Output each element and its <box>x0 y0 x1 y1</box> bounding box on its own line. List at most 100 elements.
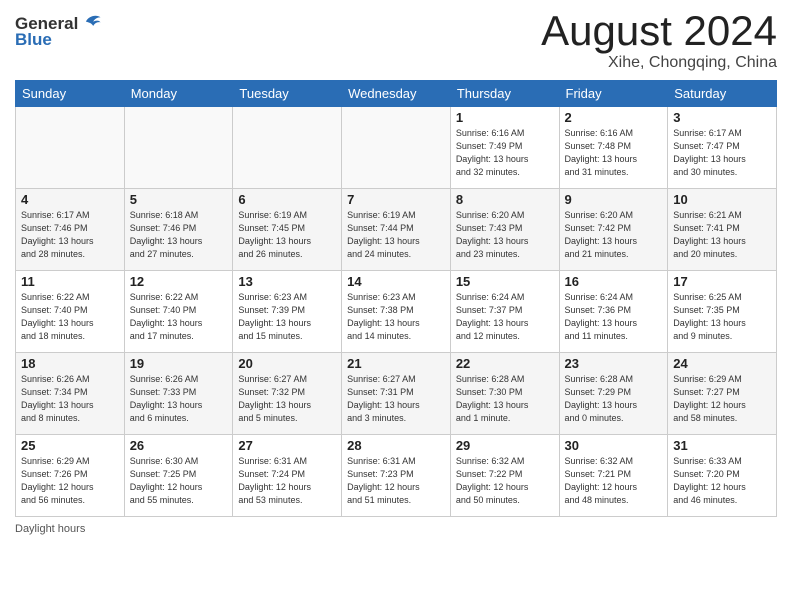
logo-bird-icon <box>80 11 102 33</box>
day-number: 29 <box>456 438 554 453</box>
calendar-cell: 14Sunrise: 6:23 AM Sunset: 7:38 PM Dayli… <box>342 271 451 353</box>
calendar-cell: 27 Sunrise: 6:31 AM Sunset: 7:24 PM Dayli… <box>233 435 342 517</box>
calendar-cell: 18 Sunrise: 6:26 AM Sunset: 7:34 PM Dayli… <box>16 353 125 435</box>
day-info: Sunrise: 6:18 AM Sunset: 7:46 PM Dayligh… <box>130 209 228 261</box>
calendar-cell: 17 Sunrise: 6:25 AM Sunset: 7:35 PM Dayli… <box>668 271 777 353</box>
footer: Daylight hours <box>15 523 777 535</box>
day-info: Sunrise: 6:23 AM Sunset: 7:38 PM Dayligh… <box>347 291 445 343</box>
calendar-cell: 12 Sunrise: 6:22 AM Sunset: 7:40 PM Dayli… <box>124 271 233 353</box>
day-info: Sunrise: 6:24 AM Sunset: 7:37 PM Dayligh… <box>456 291 554 343</box>
calendar-cell: 15Sunrise: 6:24 AM Sunset: 7:37 PM Dayli… <box>450 271 559 353</box>
day-number: 9 <box>565 192 663 207</box>
day-info: Sunrise: 6:22 AM Sunset: 7:40 PM Dayligh… <box>21 291 119 343</box>
calendar-header-sunday: Sunday <box>16 81 125 107</box>
day-number: 12 <box>130 274 228 289</box>
calendar-header-wednesday: Wednesday <box>342 81 451 107</box>
day-info: Sunrise: 6:19 AM Sunset: 7:45 PM Dayligh… <box>238 209 336 261</box>
day-number: 24 <box>673 356 771 371</box>
day-info: Sunrise: 6:26 AM Sunset: 7:33 PM Dayligh… <box>130 373 228 425</box>
calendar-table: SundayMondayTuesdayWednesdayThursdayFrid… <box>15 80 777 517</box>
calendar-cell: 28 Sunrise: 6:31 AM Sunset: 7:23 PM Dayli… <box>342 435 451 517</box>
day-number: 1 <box>456 110 554 125</box>
day-number: 7 <box>347 192 445 207</box>
calendar-cell <box>16 107 125 189</box>
day-number: 5 <box>130 192 228 207</box>
calendar-cell: 31 Sunrise: 6:33 AM Sunset: 7:20 PM Dayli… <box>668 435 777 517</box>
calendar-week-row: 4Sunrise: 6:17 AM Sunset: 7:46 PM Daylig… <box>16 189 777 271</box>
day-number: 18 <box>21 356 119 371</box>
calendar-cell <box>342 107 451 189</box>
day-info: Sunrise: 6:20 AM Sunset: 7:42 PM Dayligh… <box>565 209 663 261</box>
calendar-cell: 6 Sunrise: 6:19 AM Sunset: 7:45 PM Daylig… <box>233 189 342 271</box>
day-info: Sunrise: 6:33 AM Sunset: 7:20 PM Dayligh… <box>673 455 771 507</box>
day-info: Sunrise: 6:29 AM Sunset: 7:26 PM Dayligh… <box>21 455 119 507</box>
calendar-cell: 16 Sunrise: 6:24 AM Sunset: 7:36 PM Dayli… <box>559 271 668 353</box>
calendar-cell: 9 Sunrise: 6:20 AM Sunset: 7:42 PM Daylig… <box>559 189 668 271</box>
day-number: 2 <box>565 110 663 125</box>
day-number: 11 <box>21 274 119 289</box>
day-number: 13 <box>238 274 336 289</box>
calendar-cell: 8Sunrise: 6:20 AM Sunset: 7:43 PM Daylig… <box>450 189 559 271</box>
day-info: Sunrise: 6:25 AM Sunset: 7:35 PM Dayligh… <box>673 291 771 343</box>
day-number: 21 <box>347 356 445 371</box>
calendar-cell: 2 Sunrise: 6:16 AM Sunset: 7:48 PM Daylig… <box>559 107 668 189</box>
calendar-cell: 4Sunrise: 6:17 AM Sunset: 7:46 PM Daylig… <box>16 189 125 271</box>
calendar-cell: 5 Sunrise: 6:18 AM Sunset: 7:46 PM Daylig… <box>124 189 233 271</box>
calendar-cell: 30Sunrise: 6:32 AM Sunset: 7:21 PM Dayli… <box>559 435 668 517</box>
calendar-header-saturday: Saturday <box>668 81 777 107</box>
calendar-header-thursday: Thursday <box>450 81 559 107</box>
day-number: 17 <box>673 274 771 289</box>
day-info: Sunrise: 6:22 AM Sunset: 7:40 PM Dayligh… <box>130 291 228 343</box>
calendar-week-row: 1 Sunrise: 6:16 AM Sunset: 7:49 PM Daylig… <box>16 107 777 189</box>
calendar-cell: 7 Sunrise: 6:19 AM Sunset: 7:44 PM Daylig… <box>342 189 451 271</box>
day-info: Sunrise: 6:24 AM Sunset: 7:36 PM Dayligh… <box>565 291 663 343</box>
calendar-cell: 13 Sunrise: 6:23 AM Sunset: 7:39 PM Dayli… <box>233 271 342 353</box>
day-info: Sunrise: 6:29 AM Sunset: 7:27 PM Dayligh… <box>673 373 771 425</box>
day-info: Sunrise: 6:27 AM Sunset: 7:32 PM Dayligh… <box>238 373 336 425</box>
day-info: Sunrise: 6:16 AM Sunset: 7:48 PM Dayligh… <box>565 127 663 179</box>
day-number: 31 <box>673 438 771 453</box>
title-block: August 2024 Xihe, Chongqing, China <box>541 10 777 72</box>
calendar-week-row: 11 Sunrise: 6:22 AM Sunset: 7:40 PM Dayli… <box>16 271 777 353</box>
footer-label: Daylight hours <box>15 523 85 535</box>
calendar-cell: 22 Sunrise: 6:28 AM Sunset: 7:30 PM Dayli… <box>450 353 559 435</box>
calendar-cell: 25 Sunrise: 6:29 AM Sunset: 7:26 PM Dayli… <box>16 435 125 517</box>
day-info: Sunrise: 6:28 AM Sunset: 7:29 PM Dayligh… <box>565 373 663 425</box>
calendar-cell: 23Sunrise: 6:28 AM Sunset: 7:29 PM Dayli… <box>559 353 668 435</box>
calendar-cell: 24 Sunrise: 6:29 AM Sunset: 7:27 PM Dayli… <box>668 353 777 435</box>
day-info: Sunrise: 6:21 AM Sunset: 7:41 PM Dayligh… <box>673 209 771 261</box>
calendar-cell: 3Sunrise: 6:17 AM Sunset: 7:47 PM Daylig… <box>668 107 777 189</box>
header: General Blue August 2024 Xihe, Chongqing… <box>15 10 777 72</box>
day-info: Sunrise: 6:17 AM Sunset: 7:46 PM Dayligh… <box>21 209 119 261</box>
calendar-cell: 26Sunrise: 6:30 AM Sunset: 7:25 PM Dayli… <box>124 435 233 517</box>
day-number: 27 <box>238 438 336 453</box>
day-number: 30 <box>565 438 663 453</box>
day-info: Sunrise: 6:19 AM Sunset: 7:44 PM Dayligh… <box>347 209 445 261</box>
day-info: Sunrise: 6:17 AM Sunset: 7:47 PM Dayligh… <box>673 127 771 179</box>
day-number: 25 <box>21 438 119 453</box>
day-info: Sunrise: 6:27 AM Sunset: 7:31 PM Dayligh… <box>347 373 445 425</box>
calendar-cell <box>124 107 233 189</box>
day-info: Sunrise: 6:31 AM Sunset: 7:24 PM Dayligh… <box>238 455 336 507</box>
calendar-cell: 10 Sunrise: 6:21 AM Sunset: 7:41 PM Dayli… <box>668 189 777 271</box>
day-info: Sunrise: 6:28 AM Sunset: 7:30 PM Dayligh… <box>456 373 554 425</box>
day-info: Sunrise: 6:23 AM Sunset: 7:39 PM Dayligh… <box>238 291 336 343</box>
calendar-week-row: 25 Sunrise: 6:29 AM Sunset: 7:26 PM Dayli… <box>16 435 777 517</box>
day-number: 26 <box>130 438 228 453</box>
day-info: Sunrise: 6:31 AM Sunset: 7:23 PM Dayligh… <box>347 455 445 507</box>
day-number: 28 <box>347 438 445 453</box>
calendar-header-monday: Monday <box>124 81 233 107</box>
day-info: Sunrise: 6:16 AM Sunset: 7:49 PM Dayligh… <box>456 127 554 179</box>
calendar-header-friday: Friday <box>559 81 668 107</box>
month-title: August 2024 <box>541 10 777 52</box>
day-info: Sunrise: 6:20 AM Sunset: 7:43 PM Dayligh… <box>456 209 554 261</box>
day-info: Sunrise: 6:26 AM Sunset: 7:34 PM Dayligh… <box>21 373 119 425</box>
day-number: 6 <box>238 192 336 207</box>
calendar-cell: 11 Sunrise: 6:22 AM Sunset: 7:40 PM Dayli… <box>16 271 125 353</box>
day-number: 10 <box>673 192 771 207</box>
day-number: 22 <box>456 356 554 371</box>
calendar-header-row: SundayMondayTuesdayWednesdayThursdayFrid… <box>16 81 777 107</box>
calendar-cell: 29Sunrise: 6:32 AM Sunset: 7:22 PM Dayli… <box>450 435 559 517</box>
day-number: 16 <box>565 274 663 289</box>
calendar-cell: 20Sunrise: 6:27 AM Sunset: 7:32 PM Dayli… <box>233 353 342 435</box>
